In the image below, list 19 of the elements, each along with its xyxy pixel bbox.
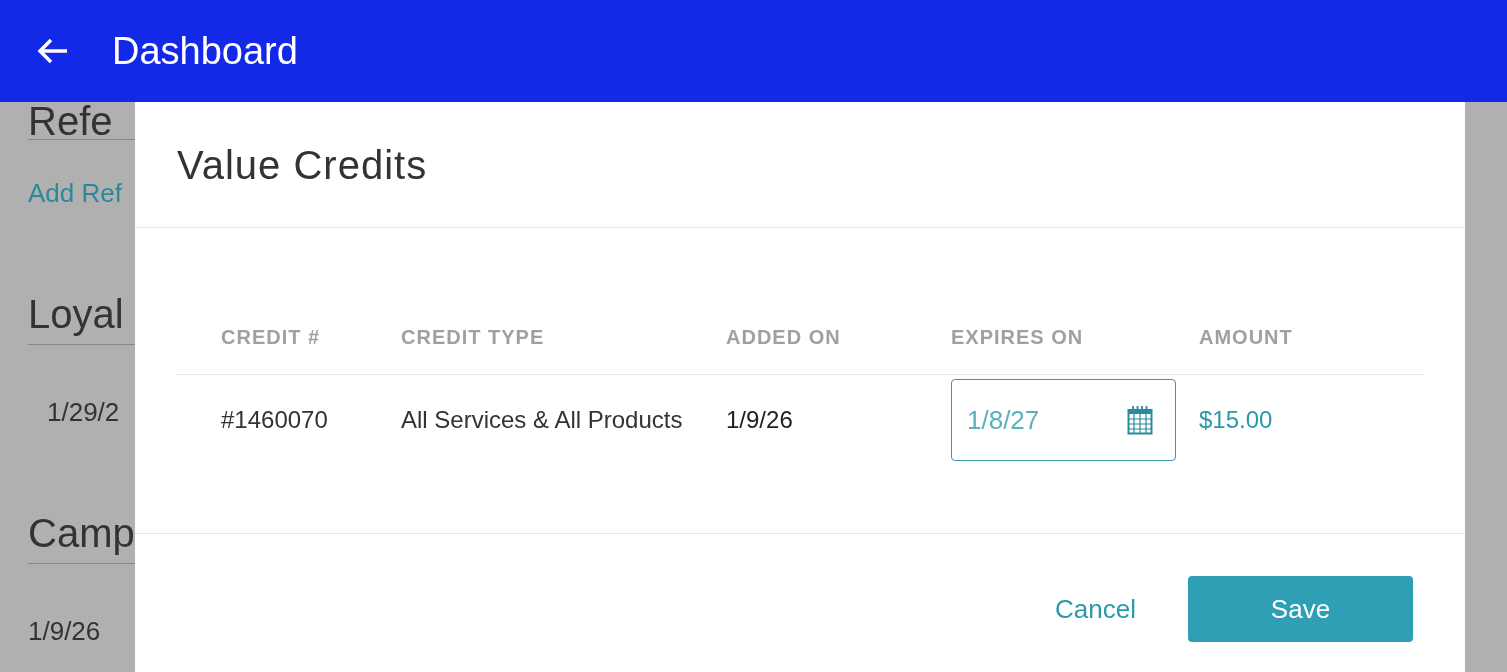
add-link[interactable]: Add Ref [28,174,122,213]
cancel-button[interactable]: Cancel [1045,576,1146,642]
calendar-icon [1127,405,1153,435]
column-header: CREDIT # [221,325,322,350]
dialog-title: Value Credits [177,141,428,189]
table-cell-text: 1/9/26 [726,405,794,435]
date-field[interactable]: 1/8/27 [951,379,1176,461]
date-text: 1/29/2 [47,396,120,429]
column-header: CREDIT TYPE [401,325,546,350]
app-title: Dashboard [112,28,298,74]
date-text: 1/9/26 [28,615,101,648]
save-button[interactable]: Save [1188,576,1413,642]
back-arrow-icon [37,37,69,65]
column-header: AMOUNT [1199,325,1294,350]
table-cell-text: $15.00 [1199,405,1274,435]
column-header: EXPIRES ON [951,325,1085,350]
table-cell-text: All Services & All Products [401,405,684,435]
table-cell-text: #1460070 [221,405,329,435]
column-header: ADDED ON [726,325,842,350]
